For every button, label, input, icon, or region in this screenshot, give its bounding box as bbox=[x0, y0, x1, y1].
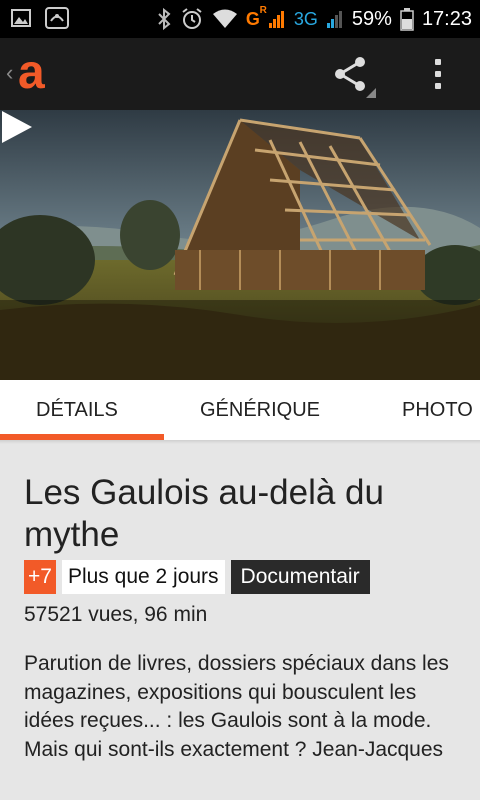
age-rating-badge: +7 bbox=[24, 560, 56, 594]
bluetooth-icon bbox=[158, 7, 171, 31]
chevron-left-icon[interactable]: ‹ bbox=[6, 60, 13, 86]
battery-icon bbox=[400, 8, 414, 31]
network-3g-label: 3G bbox=[293, 8, 318, 29]
tab-photo[interactable]: PHOTO bbox=[402, 380, 473, 440]
tab-bar: DÉTAILS GÉNÉRIQUE PHOTO bbox=[0, 380, 480, 440]
tab-divider bbox=[0, 440, 480, 444]
tab-generique[interactable]: GÉNÉRIQUE bbox=[200, 380, 320, 440]
screenshot-icon bbox=[45, 7, 69, 29]
more-vert-icon[interactable] bbox=[424, 50, 452, 98]
status-bar: GR 3G 59% 17:23 bbox=[0, 0, 480, 38]
hero-image[interactable] bbox=[0, 110, 480, 380]
program-description: Parution de livres, dossiers spéciaux da… bbox=[24, 652, 449, 761]
clock: 17:23 bbox=[421, 7, 472, 30]
badge-row: +7 Plus que 2 jours Documentair bbox=[24, 560, 370, 594]
program-title: Les Gaulois au-delà du mythe bbox=[24, 473, 384, 554]
app-bar: ‹ a bbox=[0, 38, 480, 110]
gallery-icon bbox=[11, 9, 31, 27]
wifi-icon bbox=[212, 9, 237, 28]
share-icon[interactable] bbox=[328, 50, 376, 98]
alarm-icon bbox=[182, 8, 202, 29]
battery-percent: 59% bbox=[351, 7, 392, 30]
hero-overlay bbox=[0, 300, 480, 380]
signal-orange-icon bbox=[268, 11, 284, 28]
availability-badge: Plus que 2 jours bbox=[61, 560, 225, 594]
signal-blue-icon bbox=[326, 11, 342, 28]
play-icon[interactable] bbox=[0, 110, 34, 144]
app-logo[interactable]: a bbox=[18, 46, 45, 100]
network-g-label: GR bbox=[245, 4, 267, 29]
genre-badge: Documentair bbox=[230, 560, 370, 594]
program-meta: 57521 vues, 96 min bbox=[24, 603, 208, 626]
tab-details[interactable]: DÉTAILS bbox=[36, 380, 118, 440]
